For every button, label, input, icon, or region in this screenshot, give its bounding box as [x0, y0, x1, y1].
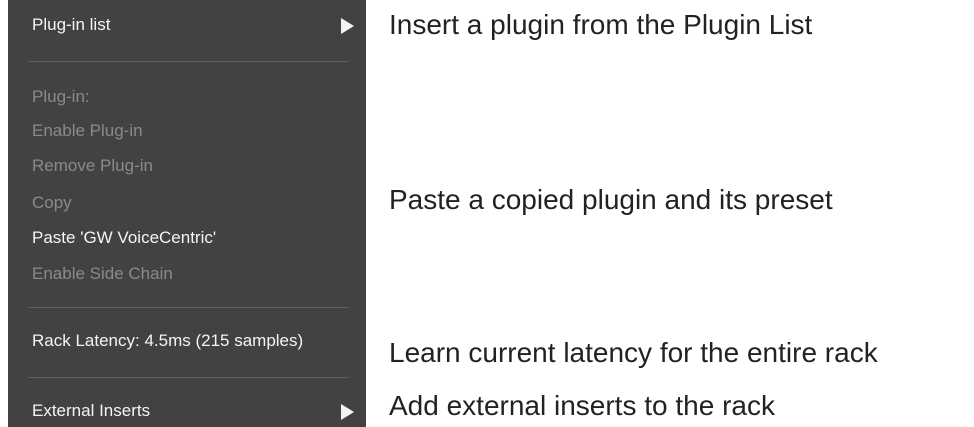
menu-item-enable-plugin: Enable Plug-in [32, 121, 143, 140]
annotation-plugin-list: Insert a plugin from the Plugin List [389, 9, 813, 40]
annotation-external-inserts: Add external inserts to the rack [389, 390, 775, 421]
external-inserts-label: External Inserts [32, 401, 151, 420]
submenu-arrow-icon [341, 404, 354, 420]
menu-item-paste[interactable]: Paste 'GW VoiceCentric' [32, 228, 216, 248]
plugin-context-menu: Plug-in list Plug-in: Enable Plug-in Rem… [8, 0, 366, 427]
menu-item-plugin-list[interactable]: Plug-in list [8, 10, 366, 40]
menu-item-copy: Copy [32, 193, 72, 212]
menu-header-plugin: Plug-in: [32, 87, 90, 106]
menu-item-rack-latency[interactable]: Rack Latency: 4.5ms (215 samples) [32, 331, 303, 351]
menu-item-enable-side-chain: Enable Side Chain [32, 264, 173, 283]
menu-item-external-inserts[interactable]: External Inserts [8, 396, 366, 426]
menu-separator [28, 61, 349, 62]
annotation-rack-latency: Learn current latency for the entire rac… [389, 337, 878, 368]
menu-item-remove-plugin: Remove Plug-in [32, 156, 153, 175]
annotation-paste: Paste a copied plugin and its preset [389, 184, 833, 215]
menu-separator [28, 307, 349, 308]
plugin-list-label: Plug-in list [32, 15, 111, 34]
menu-separator [28, 377, 349, 378]
submenu-arrow-icon [341, 18, 354, 34]
